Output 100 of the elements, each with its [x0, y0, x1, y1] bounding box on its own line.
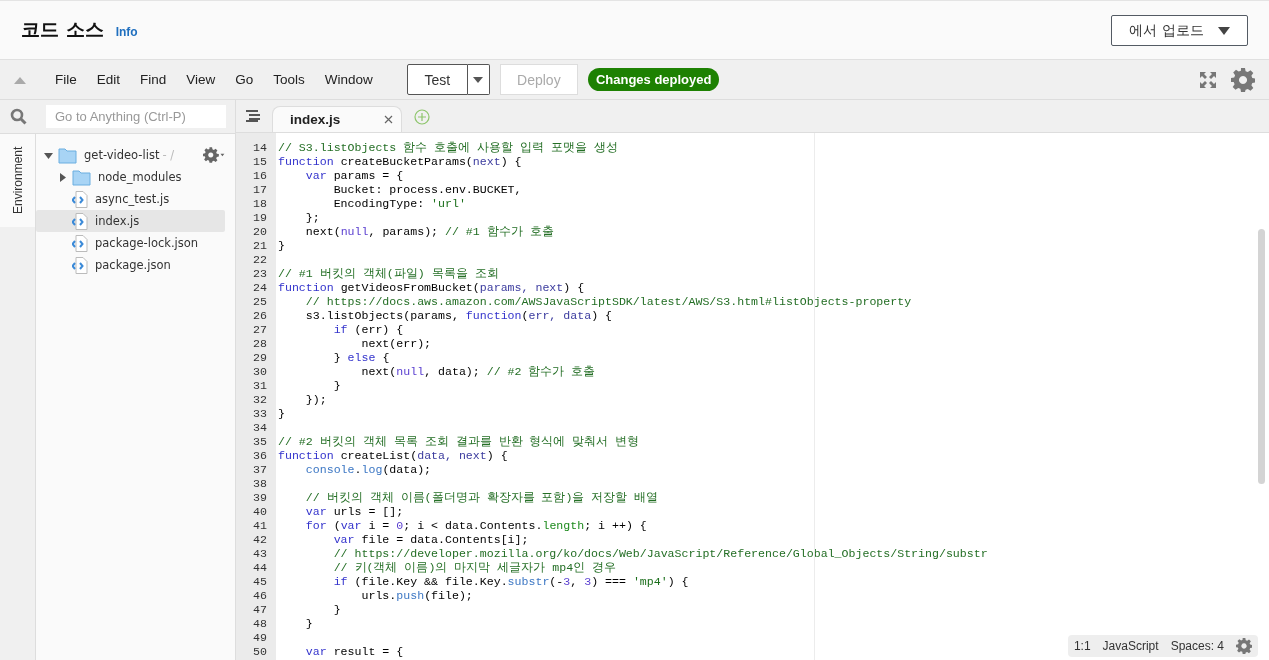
line-number: 30: [252, 365, 267, 379]
line-number: 26: [252, 309, 267, 323]
settings-icon[interactable]: [203, 147, 225, 163]
js-file-icon[interactable]: [72, 212, 88, 230]
code-line: // https://docs.aws.amazon.com/AWSJavaScriptSDK/latest/AWS/S3.html#listObjects-property: [304, 295, 912, 309]
caret-icon[interactable]: [1217, 26, 1230, 35]
line-number: 50: [252, 645, 267, 659]
fullscreen-icon[interactable]: [1199, 70, 1217, 89]
code-line: Bucket: process.env.BUCKET,: [332, 183, 522, 197]
menu-item[interactable]: Find: [130, 72, 177, 87]
code-line: if (err) {: [332, 323, 404, 337]
line-number: 37: [252, 463, 267, 477]
code-line: next(null, params); // #1 함수가 호출: [304, 225, 554, 239]
js-file-icon[interactable]: [72, 234, 88, 252]
settings-icon[interactable]: [1231, 67, 1255, 92]
tree-item[interactable]: package-lock.json: [36, 232, 225, 254]
code-line: // 버킷의 객체 이름(폴더명과 확장자를 포함)을 저장할 배열: [304, 491, 659, 505]
code-line: // #2 버킷의 객체 목록 조회 결과를 반환 형식에 맞춰서 변형: [278, 435, 640, 449]
line-number: 28: [252, 337, 267, 351]
tree-item[interactable]: async_test.js: [36, 188, 225, 210]
line-number: 45: [252, 575, 267, 589]
line-number: 17: [252, 183, 267, 197]
line-number: 49: [252, 631, 267, 645]
test-dropdown-button[interactable]: [467, 64, 490, 95]
code-line: }: [278, 239, 285, 253]
caret-icon: [473, 76, 484, 83]
tree-item[interactable]: node_modules: [36, 166, 225, 188]
line-number: 43: [252, 547, 267, 561]
line-number: 27: [252, 323, 267, 337]
code-line: function createBucketParams(next) {: [278, 155, 522, 169]
indent-setting[interactable]: Spaces: 4: [1170, 639, 1224, 653]
line-number: 40: [252, 505, 267, 519]
test-button[interactable]: Test: [406, 64, 468, 95]
code-line: for (var i = 0; i < data.Contents.length; i ++) {: [304, 519, 647, 533]
code-line: }: [278, 407, 285, 421]
search-field[interactable]: Go to Anything (Ctrl-P): [46, 105, 226, 128]
menu-item[interactable]: Edit: [86, 72, 131, 87]
code-line: EncodingType: 'url': [332, 197, 466, 211]
file-list-icon[interactable]: [246, 110, 260, 122]
side-tab[interactable]: Environment: [0, 134, 35, 227]
upload-button[interactable]: 에서 업로드: [1111, 15, 1248, 46]
code-line: var file = data.Contents[i];: [332, 533, 529, 547]
line-number: 33: [252, 407, 267, 421]
info-link[interactable]: Info: [115, 25, 138, 39]
line-number: 42: [252, 533, 267, 547]
menu-item[interactable]: View: [176, 72, 226, 87]
editor-tab[interactable]: index.js: [272, 106, 402, 132]
menu-item[interactable]: Tools: [263, 72, 315, 87]
line-number: 35: [252, 435, 267, 449]
cursor-position[interactable]: 1:1: [1073, 639, 1091, 653]
settings-icon[interactable]: [1236, 638, 1252, 654]
code-line: var urls = [];: [304, 505, 404, 519]
line-number: 19: [252, 211, 267, 225]
code-line: // 키(객체 이름)의 마지막 세글자가 mp4인 경우: [332, 561, 617, 575]
code-line: next(err);: [360, 337, 432, 351]
line-number: 25: [252, 295, 267, 309]
code-line: }: [304, 617, 313, 631]
code-line: function createList(data, next) {: [278, 449, 508, 463]
status-badge: Changes deployed: [587, 68, 720, 91]
collapse-icon[interactable]: [14, 75, 26, 84]
expanded-caret-icon[interactable]: [44, 150, 53, 160]
line-number: 39: [252, 491, 267, 505]
line-number: 48: [252, 617, 267, 631]
tree-item[interactable]: index.js: [36, 210, 225, 232]
menu-item[interactable]: File: [45, 72, 87, 87]
code-line: // #1 버킷의 객체(파일) 목록을 조회: [278, 267, 499, 281]
menu-item[interactable]: Window: [314, 72, 383, 87]
line-number: 23: [252, 267, 267, 281]
code-line: });: [304, 393, 327, 407]
path-suffix: - /: [162, 148, 175, 162]
tree-item[interactable]: package.json: [36, 254, 225, 276]
search-icon[interactable]: [10, 108, 27, 125]
line-number: 34: [252, 421, 267, 435]
js-file-icon[interactable]: [72, 190, 88, 208]
line-number: 16: [252, 169, 267, 183]
line-number: 20: [252, 225, 267, 239]
code-line: }: [332, 379, 341, 393]
code-line: // https://developer.mozilla.org/ko/docs/Web/JavaScript/Reference/Global_Objects/String/substr: [332, 547, 988, 561]
code-line: function getVideosFromBucket(params, next) {: [278, 281, 585, 295]
line-number: 41: [252, 519, 267, 533]
line-number: 18: [252, 197, 267, 211]
scrollbar[interactable]: [1258, 229, 1265, 484]
tree-item[interactable]: get-video-list - /: [36, 144, 225, 166]
line-number: 29: [252, 351, 267, 365]
close-icon[interactable]: [384, 115, 393, 124]
code-line: console.log(data);: [304, 463, 432, 477]
js-file-icon[interactable]: [72, 256, 88, 274]
collapsed-caret-icon[interactable]: [58, 172, 67, 182]
code-line: var params = {: [304, 169, 404, 183]
menu-item[interactable]: Go: [225, 72, 264, 87]
line-number: 21: [252, 239, 267, 253]
code-line: var result = {: [304, 645, 404, 659]
code-line: }: [332, 603, 341, 617]
language-mode[interactable]: JavaScript: [1102, 639, 1159, 653]
code-line: } else {: [332, 351, 390, 365]
line-number: 15: [252, 155, 267, 169]
code-line: };: [304, 211, 320, 225]
section-title: 코드 소스: [21, 17, 104, 42]
code-line: // S3.listObjects 함수 호출에 사용할 입력 포맷을 생성: [278, 141, 619, 155]
code-line: urls.push(file);: [360, 589, 473, 603]
